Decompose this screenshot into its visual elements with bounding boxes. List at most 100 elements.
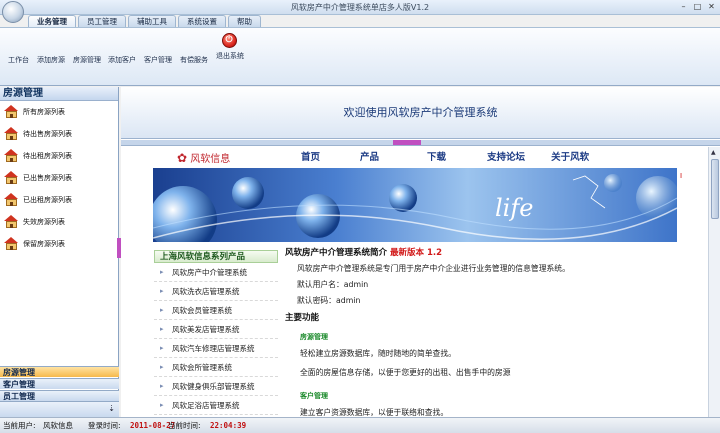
sidebar-item-label: 已出租房源列表: [23, 195, 72, 204]
logo-text: 风软信息: [190, 154, 231, 165]
ribbon-property-manage-button[interactable]: 房源管理: [73, 55, 101, 65]
maximize-icon[interactable]: □: [692, 1, 703, 12]
window-controls: – □ ✕: [678, 1, 717, 12]
status-bar: 当前用户: 风软信息 登录时间: 2011-08-27 当前时间: 22:04:…: [0, 417, 720, 433]
ribbon-paid-service-button[interactable]: 有偿服务: [180, 55, 208, 65]
product-list: 上海风软信息系列产品 风软房产中介管理系统 风软洗衣店管理系统 风软会员管理系统…: [154, 250, 278, 415]
product-item[interactable]: 风软足浴店管理系统: [154, 396, 278, 415]
sidebar-item-reserved[interactable]: 保留房源列表: [4, 237, 65, 250]
house-icon: [4, 105, 19, 118]
status-user-label: 当前用户:: [3, 421, 36, 430]
globe-shape: [232, 177, 264, 209]
close-icon[interactable]: ✕: [706, 1, 717, 12]
sidebar-group-client[interactable]: 客户管理: [0, 378, 119, 389]
minimize-icon[interactable]: –: [678, 1, 689, 12]
sidebar-scroll[interactable]: ⇣: [0, 401, 119, 417]
web-nav: 首页 产品 下载 支持论坛 关于风软: [301, 149, 589, 163]
ribbon: 工作台 添加房源 房源管理 添加客户 客户管理 有偿服务 ⏻ 退出系统: [0, 27, 720, 86]
exit-label: 退出系统: [216, 52, 244, 60]
web-scrollbar[interactable]: ▲: [708, 147, 720, 417]
sidebar-item-label: 待出售房源列表: [23, 129, 72, 138]
sidebar-item-label: 所有房源列表: [23, 107, 65, 116]
product-item[interactable]: 风软会所管理系统: [154, 358, 278, 377]
product-list-header: 上海风软信息系列产品: [154, 250, 278, 263]
power-icon: ⏻: [221, 33, 237, 48]
embedded-web-page: ✿ 风软信息 首页 产品 下载 支持论坛 关于风软 life I 上海风软信息系…: [121, 147, 720, 417]
banner-graphic: [153, 174, 677, 242]
sidebar-item-label: 失效房源列表: [23, 217, 65, 226]
nav-products-link[interactable]: 产品: [360, 149, 379, 163]
feature-property-text-1: 轻松建立房源数据库，随时随地的简单查找。: [300, 349, 456, 358]
sidebar-item-sold[interactable]: 已出售房源列表: [4, 171, 72, 184]
ribbon-client-manage-button[interactable]: 客户管理: [144, 55, 172, 65]
tab-help[interactable]: 帮助: [228, 15, 261, 27]
chevron-down-icon[interactable]: ⇣: [108, 404, 115, 413]
sidebar-group-staff[interactable]: 员工管理: [0, 390, 119, 401]
title-bar: 风软房产中介管理系统单店多人版V1.2 – □ ✕: [0, 0, 720, 15]
status-now-label: 当前时间:: [168, 421, 201, 430]
sidebar-item-for-sale[interactable]: 待出售房源列表: [4, 127, 72, 140]
product-item[interactable]: 风软健身俱乐部管理系统: [154, 377, 278, 396]
nav-home-link[interactable]: 首页: [301, 149, 320, 163]
feature-client-text-1: 建立客户资源数据库，以便于联络和查找。: [300, 408, 449, 417]
tab-business[interactable]: 业务管理: [28, 15, 76, 27]
sidebar-item-invalid[interactable]: 失效房源列表: [4, 215, 65, 228]
house-icon: [4, 237, 19, 250]
bubble-shape: [604, 174, 622, 192]
sidebar-item-label: 保留房源列表: [23, 239, 65, 248]
intro-title: 风软房产中介管理系统简介 最新版本 1.2: [285, 246, 685, 258]
exit-button[interactable]: ⏻ 退出系统: [216, 33, 244, 61]
ribbon-add-client-button[interactable]: 添加客户: [108, 55, 136, 65]
scroll-thumb[interactable]: [711, 159, 719, 219]
main-panel: 欢迎使用风软房产中介管理系统 ✿ 风软信息 首页 产品 下载 支持论坛 关于风软: [121, 87, 720, 417]
product-item[interactable]: 风软美发店管理系统: [154, 320, 278, 339]
house-icon: [4, 193, 19, 206]
sidebar-item-for-rent[interactable]: 待出租房源列表: [4, 149, 72, 162]
house-icon: [4, 215, 19, 228]
welcome-text: 欢迎使用风软房产中介管理系统: [343, 106, 498, 119]
status-now-time: 22:04:39: [210, 421, 247, 430]
product-item[interactable]: 风软汽车修理店管理系统: [154, 339, 278, 358]
tab-staff[interactable]: 员工管理: [78, 15, 126, 27]
tab-tools[interactable]: 辅助工具: [128, 15, 176, 27]
intro-desc: 风软房产中介管理系统是专门用于房产中介企业进行业务管理的信息管理系统。: [297, 264, 570, 273]
collapse-bar: [121, 140, 720, 146]
nav-about-link[interactable]: 关于风软: [551, 149, 589, 163]
window-title: 风软房产中介管理系统单店多人版V1.2: [290, 3, 430, 12]
feature-client-title: 客户管理: [300, 392, 328, 400]
product-item[interactable]: 风软房产中介管理系统: [154, 263, 278, 282]
product-item[interactable]: 风软会员管理系统: [154, 301, 278, 320]
scroll-up-icon[interactable]: ▲: [711, 149, 716, 156]
globe-shape: [389, 184, 417, 212]
nav-forum-link[interactable]: 支持论坛: [487, 149, 525, 163]
feature-property-text-2: 全面的房屋信息存储，以便于您更好的出租、出售手中的房源: [300, 368, 511, 377]
sidebar-list: 所有房源列表 待出售房源列表 待出租房源列表 已出售房源列表 已出租房源列表 失…: [0, 101, 118, 365]
sidebar-item-rented[interactable]: 已出租房源列表: [4, 193, 72, 206]
flower-icon: ✿: [177, 151, 188, 165]
status-user: 风软信息: [43, 421, 73, 430]
tab-settings[interactable]: 系统设置: [178, 15, 226, 27]
nav-download-link[interactable]: 下载: [427, 149, 446, 163]
house-icon: [4, 171, 19, 184]
status-login-label: 登录时间:: [88, 421, 121, 430]
ribbon-add-property-button[interactable]: 添加房源: [37, 55, 65, 65]
default-password: 默认密码：admin: [297, 296, 361, 305]
default-username: 默认用户名：admin: [297, 280, 369, 289]
intro-title-text: 风软房产中介管理系统简介: [285, 248, 388, 258]
company-logo: ✿ 风软信息: [177, 150, 230, 165]
feature-property-title: 房源管理: [300, 333, 328, 341]
red-mark: I: [680, 172, 683, 180]
sidebar-group-property[interactable]: 房源管理: [0, 366, 119, 377]
welcome-area: 欢迎使用风软房产中介管理系统: [121, 87, 720, 139]
sidebar-item-label: 已出售房源列表: [23, 173, 72, 182]
globe-shape: [153, 186, 217, 242]
house-icon: [4, 127, 19, 140]
product-item[interactable]: 风软洗衣店管理系统: [154, 282, 278, 301]
intro-section: 风软房产中介管理系统简介 最新版本 1.2 风软房产中介管理系统是专门用于房产中…: [285, 246, 685, 417]
app-menu-orb[interactable]: [2, 1, 24, 23]
sidebar-item-all[interactable]: 所有房源列表: [4, 105, 65, 118]
collapse-handle[interactable]: [393, 140, 421, 145]
ribbon-tabs: 业务管理 员工管理 辅助工具 系统设置 帮助: [28, 15, 263, 27]
ribbon-workbench-button[interactable]: 工作台: [8, 55, 29, 65]
house-icon: [4, 149, 19, 162]
